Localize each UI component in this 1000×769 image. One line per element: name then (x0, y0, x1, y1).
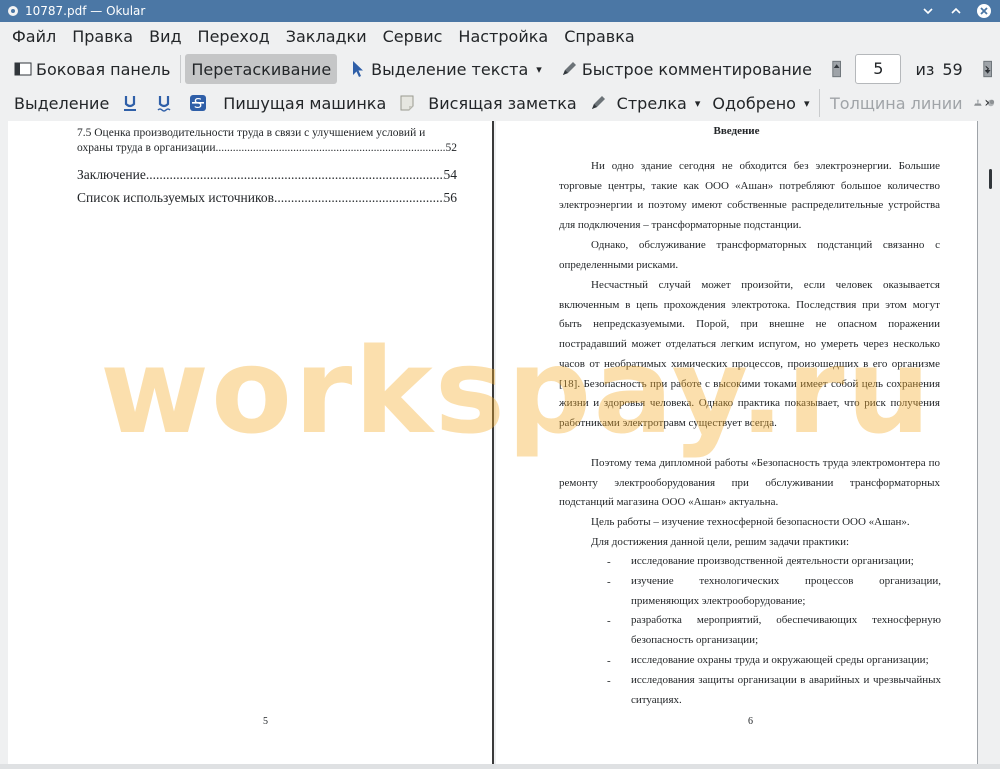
list-item: исследование охраны труда и окружающей с… (631, 654, 929, 666)
toc-entry-sources: Список используемых источников..........… (77, 190, 458, 205)
squiggle-underline-icon (157, 96, 171, 112)
arrow-label: Стрелка (616, 93, 687, 113)
page-number: 5 (263, 716, 268, 727)
page-6: Введение Ни одно здание сегодня не обход… (496, 121, 977, 764)
toc-entry-page: 52 (445, 142, 458, 154)
stamp-icon[interactable] (973, 94, 983, 112)
pen-icon (591, 96, 605, 109)
menu-settings[interactable]: Настройка (450, 23, 556, 51)
typewriter-button[interactable]: Пишущая машинка (217, 88, 392, 118)
chevron-down-icon[interactable]: ▾ (804, 97, 810, 110)
svg-text:S: S (194, 97, 202, 112)
note-icon (400, 95, 414, 111)
underline-button[interactable] (115, 88, 149, 118)
list-bullet: - (607, 675, 611, 687)
minimize-icon[interactable] (920, 3, 936, 19)
page-number: 6 (748, 716, 753, 727)
paragraph: Цель работы – изучение техносферной безо… (591, 516, 910, 528)
toc-entry-page: 56 (443, 190, 458, 205)
list-item: разработка мероприятий, обеспечивающих т… (631, 614, 941, 646)
scrollbar-handle[interactable] (989, 169, 992, 189)
page-total: 59 (942, 59, 963, 79)
list-item: исследование производственной деятельнос… (631, 555, 914, 567)
strikeout-button[interactable]: S (183, 88, 217, 118)
toc-entry-text: Список используемых источников (77, 190, 274, 205)
select-annotation-button[interactable]: Выделение (8, 88, 115, 118)
toc-entry-text: охраны труда в организации (77, 142, 216, 154)
maximize-icon[interactable] (948, 3, 964, 19)
squiggle-button[interactable] (149, 88, 183, 118)
list-bullet: - (607, 655, 611, 667)
underline-icon (124, 96, 137, 111)
select-annotation-label: Выделение (14, 93, 110, 113)
menu-bookmarks[interactable]: Закладки (278, 23, 375, 51)
chevron-down-icon[interactable]: ▾ (695, 97, 701, 110)
list-bullet: - (607, 615, 611, 627)
horizontal-scrollbar[interactable] (0, 764, 1000, 769)
page-of-label: из (915, 59, 935, 79)
quick-comment-button[interactable]: Быстрое комментирование (554, 54, 818, 84)
sticky-note-button[interactable]: Висящая заметка (392, 88, 582, 118)
strikeout-icon: S (190, 95, 207, 112)
list-bullet: - (607, 576, 611, 588)
paragraph: Несчастный случай может произойти, если … (559, 279, 940, 429)
typewriter-label: Пишущая машинка (223, 93, 387, 113)
annotation-toolbar: Выделение S Пишущая машинка Висящая заме… (0, 86, 1000, 120)
window-title: 10787.pdf — Okular (25, 4, 146, 18)
toc-entry-7-5-line2: охраны труда в организации..............… (77, 142, 457, 154)
document-view[interactable]: 7.5 Оценка производительности труда в св… (0, 121, 1000, 764)
sidebar-button[interactable]: Боковая панель (8, 54, 176, 84)
list-bullet: - (607, 556, 611, 568)
drag-mode-button[interactable]: Перетаскивание (185, 54, 338, 84)
toolbar-overflow-icon[interactable]: › (984, 61, 990, 77)
sticky-note-label: Висящая заметка (428, 93, 577, 113)
list-item: изучение технологических процессов орган… (631, 575, 941, 607)
menu-bar: Файл Правка Вид Переход Закладки Сервис … (0, 22, 1000, 52)
line-width-button[interactable]: Толщина линии (824, 88, 969, 118)
paragraph: Ни одно здание сегодня не обходится без … (559, 160, 940, 232)
text-select-button[interactable]: Выделение текста ▾ (343, 54, 548, 84)
menu-help[interactable]: Справка (556, 23, 643, 51)
sidebar-icon (14, 62, 32, 76)
approved-label: Одобрено (712, 93, 796, 113)
line-width-label: Толщина линии (830, 93, 963, 113)
cursor-icon (353, 61, 364, 77)
arrow-button[interactable]: Стрелка ▾ (583, 88, 707, 118)
quick-comment-label: Быстрое комментирование (581, 59, 812, 79)
chevron-down-icon[interactable]: ▾ (536, 63, 542, 76)
toc-entry-text: Заключение (77, 167, 146, 182)
toolbar-separator (180, 55, 182, 83)
toc-entry-page: 54 (443, 167, 458, 182)
approved-stamp-button[interactable]: Одобрено ▾ (706, 88, 815, 118)
toc-entry-conclusion: Заключение..............................… (77, 167, 458, 182)
paragraph: Однако, обслуживание трансформаторных по… (559, 239, 940, 271)
title-bar: 10787.pdf — Okular (0, 0, 1000, 22)
drag-mode-label: Перетаскивание (191, 59, 332, 79)
okular-app-icon (8, 6, 18, 16)
pen-icon (562, 62, 576, 75)
toolbar-overflow-icon[interactable]: › (984, 95, 990, 111)
toolbar-separator (819, 89, 821, 117)
page-heading: Введение (713, 125, 760, 137)
menu-view[interactable]: Вид (141, 23, 189, 51)
menu-file[interactable]: Файл (4, 23, 64, 51)
menu-tools[interactable]: Сервис (375, 23, 451, 51)
paragraph: Поэтому тема дипломной работы «Безопасно… (559, 457, 940, 509)
list-item: исследования защиты организации в аварий… (631, 674, 941, 706)
page-up-icon[interactable] (828, 60, 845, 78)
menu-edit[interactable]: Правка (64, 23, 141, 51)
text-select-label: Выделение текста (371, 59, 529, 79)
main-toolbar: Боковая панель Перетаскивание Выделение … (0, 52, 1000, 86)
page-5: 7.5 Оценка производительности труда в св… (8, 121, 492, 764)
sidebar-label: Боковая панель (36, 59, 171, 79)
vertical-scrollbar[interactable] (983, 121, 1000, 764)
page-number-input[interactable]: 5 (855, 54, 902, 84)
page-border (492, 121, 494, 764)
paragraph: Для достижения данной цели, решим задачи… (591, 536, 850, 548)
menu-go[interactable]: Переход (190, 23, 278, 51)
page-border (977, 121, 978, 764)
toc-entry-7-5-line1: 7.5 Оценка производительности труда в св… (77, 127, 426, 139)
close-icon[interactable] (976, 3, 992, 19)
